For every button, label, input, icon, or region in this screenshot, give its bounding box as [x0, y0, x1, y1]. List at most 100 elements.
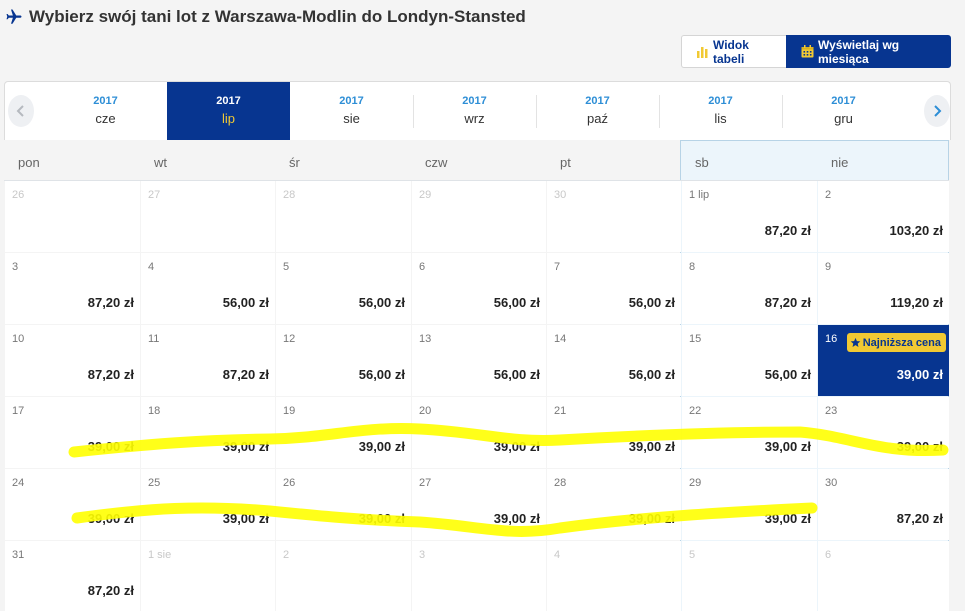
day-number: 27 — [419, 477, 432, 489]
calendar-day-cell[interactable]: 15 56,00 zł — [682, 325, 817, 396]
page-title: Wybierz swój tani lot z Warszawa-Modlin … — [29, 7, 526, 26]
weekday-header-czw: czw — [425, 155, 448, 170]
next-month-button[interactable] — [924, 95, 950, 127]
calendar-day-cell[interactable]: 6 56,00 zł — [412, 253, 546, 324]
day-number: 8 — [689, 261, 696, 273]
calendar-day-cell[interactable]: 25 39,00 zł — [141, 469, 275, 540]
day-number: 2 — [825, 189, 832, 201]
calendar-day-cell[interactable]: 1 lip 87,20 zł — [682, 181, 817, 252]
day-number: 19 — [283, 405, 296, 417]
fare-price: 39,00 zł — [358, 439, 405, 454]
day-number: 21 — [554, 405, 567, 417]
calendar-icon — [801, 45, 814, 58]
fare-price: 39,00 zł — [764, 511, 811, 526]
calendar-day-outside-month: 28 — [276, 181, 411, 252]
calendar-day-cell[interactable]: 30 87,20 zł — [818, 469, 949, 540]
calendar-day-cell[interactable]: 3 87,20 zł — [5, 253, 140, 324]
calendar-day-outside-month: 1 sie — [141, 541, 275, 611]
calendar-day-cell[interactable]: 21 39,00 zł — [547, 397, 681, 468]
weekday-header-śr: śr — [289, 155, 300, 170]
calendar-day-cell[interactable]: 5 56,00 zł — [276, 253, 411, 324]
day-number: 4 — [148, 261, 155, 273]
calendar-day-cell[interactable]: 4 56,00 zł — [141, 253, 275, 324]
calendar-day-cell[interactable]: 28 39,00 zł — [547, 469, 681, 540]
calendar-day-cell[interactable]: 8 87,20 zł — [682, 253, 817, 324]
fare-price: 39,00 zł — [493, 511, 540, 526]
calendar-day-cell[interactable]: 26 39,00 zł — [276, 469, 411, 540]
calendar-day-cell[interactable]: 22 39,00 zł — [682, 397, 817, 468]
day-number: 10 — [12, 333, 25, 345]
calendar-day-cell[interactable]: 20 39,00 zł — [412, 397, 546, 468]
weekday-header-pon: pon — [18, 155, 40, 170]
fare-price: 87,20 zł — [896, 511, 943, 526]
calendar-day-cell[interactable]: 31 87,20 zł — [5, 541, 140, 611]
month-view-button[interactable]: Wyświetlaj wg miesiąca — [786, 35, 951, 68]
month-tab-year: 2017 — [216, 95, 241, 107]
day-number: 26 — [283, 477, 296, 489]
calendar-day-cell[interactable]: 13 56,00 zł — [412, 325, 546, 396]
calendar-day-outside-month: 4 — [547, 541, 681, 611]
month-tab-paź[interactable]: 2017 paź — [536, 82, 659, 140]
calendar-day-cell[interactable]: 16 39,00 zł Najniższa cena — [818, 325, 949, 396]
calendar-day-cell[interactable]: 2 103,20 zł — [818, 181, 949, 252]
calendar-day-cell[interactable]: 19 39,00 zł — [276, 397, 411, 468]
month-tab-cze[interactable]: 2017 cze — [44, 82, 167, 140]
fare-price: 39,00 zł — [896, 439, 943, 454]
calendar-day-cell[interactable]: 9 119,20 zł — [818, 253, 949, 324]
day-number: 29 — [419, 189, 432, 201]
fare-price: 56,00 zł — [628, 367, 675, 382]
plane-icon — [6, 9, 22, 24]
month-view-label: Wyświetlaj wg miesiąca — [818, 37, 900, 66]
fare-price: 39,00 zł — [87, 511, 134, 526]
fare-price: 56,00 zł — [222, 295, 269, 310]
fare-price: 87,20 zł — [222, 367, 269, 382]
month-tab-year: 2017 — [708, 95, 733, 107]
day-number: 28 — [554, 477, 567, 489]
weekday-header-sb: sb — [695, 155, 709, 170]
calendar-day-cell[interactable]: 18 39,00 zł — [141, 397, 275, 468]
calendar-day-cell[interactable]: 23 39,00 zł — [818, 397, 949, 468]
calendar-day-cell[interactable]: 11 87,20 zł — [141, 325, 275, 396]
fare-price: 39,00 zł — [628, 439, 675, 454]
month-tab-lis[interactable]: 2017 lis — [659, 82, 782, 140]
calendar-day-cell[interactable]: 17 39,00 zł — [5, 397, 140, 468]
month-tab-wrz[interactable]: 2017 wrz — [413, 82, 536, 140]
fare-price: 56,00 zł — [358, 367, 405, 382]
month-tab-sie[interactable]: 2017 sie — [290, 82, 413, 140]
day-number: 30 — [825, 477, 838, 489]
calendar-day-cell[interactable]: 29 39,00 zł — [682, 469, 817, 540]
fare-price: 56,00 zł — [358, 295, 405, 310]
prev-month-button[interactable] — [8, 95, 34, 127]
day-number: 30 — [554, 189, 567, 201]
month-tab-gru[interactable]: 2017 gru — [782, 82, 905, 140]
calendar-day-outside-month: 27 — [141, 181, 275, 252]
chevron-right-icon — [934, 105, 942, 117]
day-number: 1 sie — [148, 549, 172, 561]
day-number: 16 — [825, 333, 838, 345]
day-number: 3 — [12, 261, 19, 273]
month-tab-lip[interactable]: 2017 lip — [167, 82, 290, 140]
day-number: 18 — [148, 405, 161, 417]
day-number: 31 — [12, 549, 25, 561]
day-number: 6 — [825, 549, 832, 561]
calendar-day-cell[interactable]: 14 56,00 zł — [547, 325, 681, 396]
fare-price: 87,20 zł — [87, 367, 134, 382]
calendar-day-cell[interactable]: 27 39,00 zł — [412, 469, 546, 540]
day-number: 7 — [554, 261, 561, 273]
calendar-day-cell[interactable]: 24 39,00 zł — [5, 469, 140, 540]
fare-price: 56,00 zł — [493, 367, 540, 382]
weekday-header-nie: nie — [831, 155, 849, 170]
day-number: 1 lip — [689, 189, 710, 201]
fare-price: 87,20 zł — [764, 223, 811, 238]
month-tab-label: paź — [587, 111, 608, 126]
fare-price: 39,00 zł — [628, 511, 675, 526]
calendar-day-cell[interactable]: 10 87,20 zł — [5, 325, 140, 396]
day-number: 11 — [148, 333, 160, 345]
fare-price: 56,00 zł — [493, 295, 540, 310]
calendar-day-outside-month: 2 — [276, 541, 411, 611]
month-tab-label: wrz — [464, 111, 485, 126]
table-view-button[interactable]: Widok tabeli — [681, 35, 786, 68]
calendar-day-cell[interactable]: 7 56,00 zł — [547, 253, 681, 324]
calendar-day-cell[interactable]: 12 56,00 zł — [276, 325, 411, 396]
month-tab-year: 2017 — [585, 95, 610, 107]
